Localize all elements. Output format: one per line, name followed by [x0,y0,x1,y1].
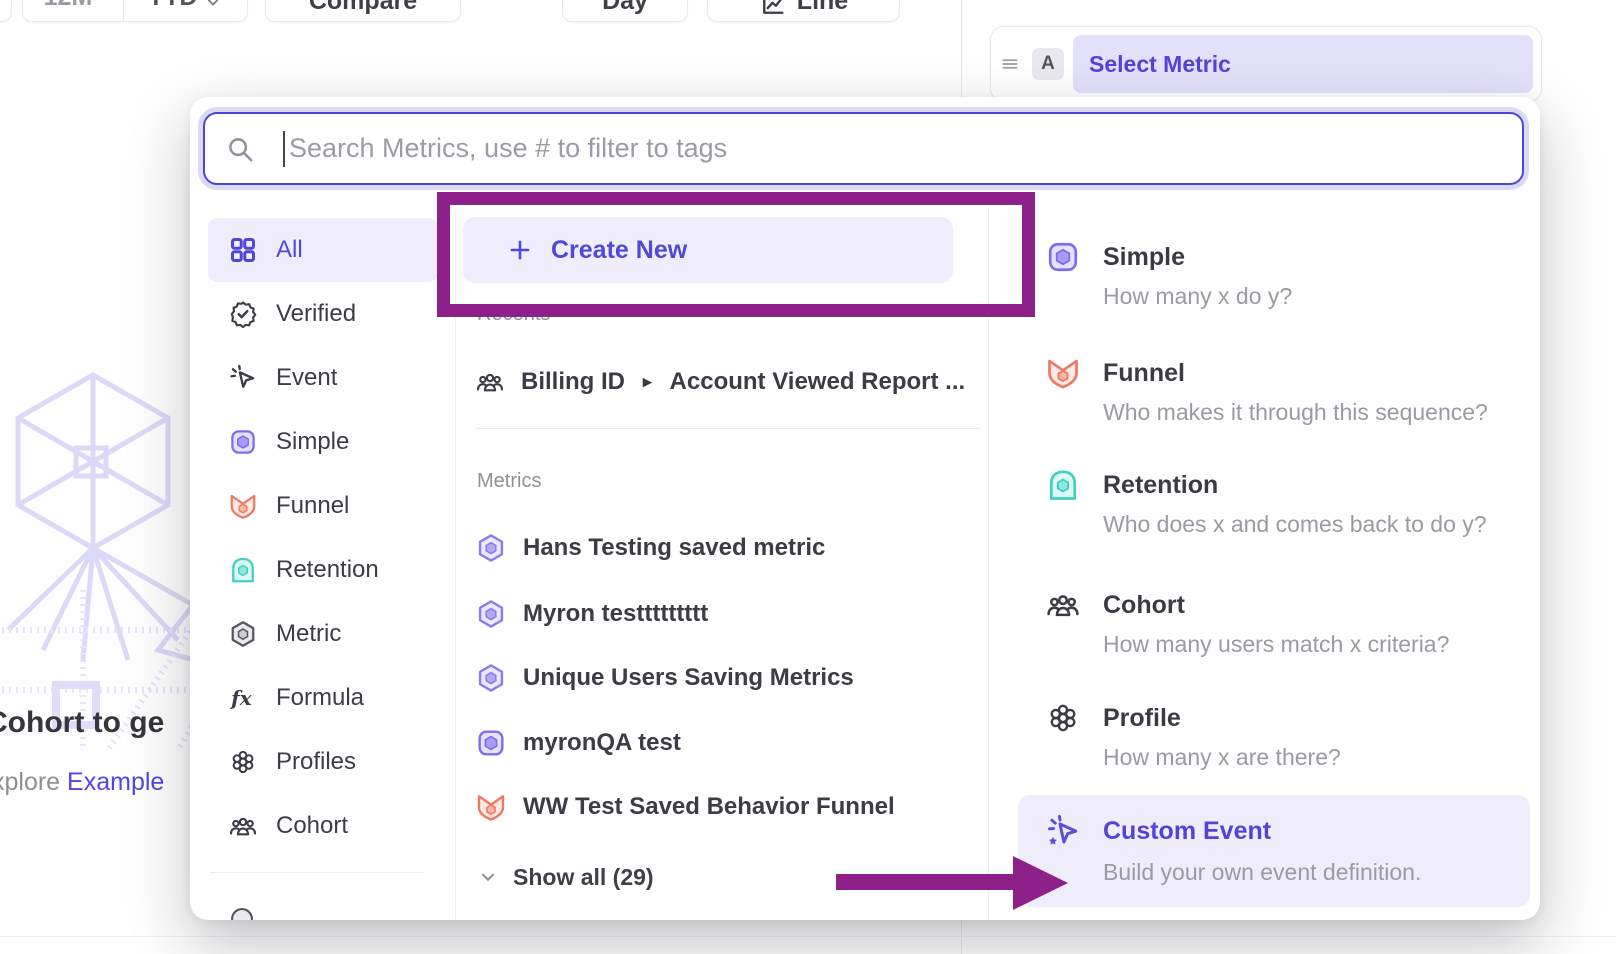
sidebar-item-profiles[interactable]: Profiles [208,730,438,794]
saved-metric-icon [475,532,507,564]
sidebar-item-funnel[interactable]: Funnel [208,474,438,538]
day-button[interactable]: Day [562,0,688,22]
type-option-custom-event[interactable]: Custom Event Build your own event defini… [1018,795,1530,907]
toolbar-button-fragment[interactable] [0,0,12,22]
profiles-icon [228,747,258,777]
saved-metric-icon [475,598,507,630]
recents-section-title: Recents [477,303,550,326]
column-divider [988,209,989,920]
show-all-button[interactable]: Show all (29) [477,859,654,895]
metric-icon [228,619,258,649]
sidebar-item-simple[interactable]: Simple [208,410,438,474]
custom-event-content: Custom Event Build your own event defini… [1045,813,1515,886]
simple-icon [1045,239,1081,275]
text-cursor [283,131,285,167]
saved-metric-icon [475,662,507,694]
line-chart-icon [759,0,787,18]
sidebar-divider [455,209,456,920]
sidebar-item-formula[interactable]: Formula [208,666,438,730]
simple-icon [475,727,507,759]
type-option-profile[interactable]: Profile How many x are there? [1045,700,1515,771]
breadcrumb-arrow: ▸ [643,372,652,392]
formula-icon [228,683,258,713]
cohort-icon [228,811,258,841]
sidebar-item-metric[interactable]: Metric [208,602,438,666]
caret-down-icon [203,0,223,12]
explore-prefix: xplore [0,768,60,796]
create-new-button[interactable]: Create New [463,217,953,283]
metric-list-item[interactable]: Hans Testing saved metric [475,528,825,568]
custom-event-icon [1045,813,1081,849]
search-input[interactable]: Search Metrics, use # to filter to tags [203,112,1524,185]
search-icon [225,134,255,164]
range-ytd-button[interactable]: YTD [123,0,247,21]
compare-button[interactable]: Compare [265,0,461,22]
range-12m-button[interactable]: 12M [23,0,113,21]
chevron-down-icon [477,866,499,888]
metric-list-item[interactable]: Myron testtttttttt [475,594,708,634]
sidebar-section-divider [210,872,424,873]
type-option-retention[interactable]: Retention Who does x and comes back to d… [1045,467,1515,538]
plus-icon [507,237,533,263]
retention-icon [228,555,258,585]
app-window: Cohort to ge xplore Example 12M YTD Comp… [0,0,1616,954]
empty-state-illustration [0,330,193,770]
example-link[interactable]: Example [67,768,164,796]
sidebar-item-retention[interactable]: Retention [208,538,438,602]
type-option-simple[interactable]: Simple How many x do y? [1045,239,1515,310]
select-metric-field[interactable]: Select Metric [1073,35,1533,93]
event-icon [228,363,258,393]
page-bottom-hairline [0,936,1616,937]
recent-item[interactable]: Billing ID ▸ Account Viewed Report ... [475,362,965,402]
date-range-segment: 12M YTD [22,0,248,22]
metric-letter-badge: A [1032,48,1064,80]
funnel-icon [228,491,258,521]
metric-list-item[interactable]: WW Test Saved Behavior Funnel [475,787,895,827]
recents-divider [475,428,981,429]
simple-icon [228,427,258,457]
sidebar-item-event[interactable]: Event [208,346,438,410]
empty-state-headline: Cohort to ge [0,706,164,740]
sidebar-item-partial[interactable] [208,887,438,920]
grid-icon [228,235,258,265]
type-filter-sidebar: All Verified Event Simple Funnel Retenti… [208,218,438,920]
metric-list-item[interactable]: Unique Users Saving Metrics [475,658,854,698]
metric-slot-card: A Select Metric [990,26,1542,102]
type-option-cohort[interactable]: Cohort How many users match x criteria? [1045,587,1515,658]
funnel-icon [475,791,507,823]
retention-icon [1045,467,1081,503]
metrics-section-title: Metrics [477,470,541,493]
type-option-funnel[interactable]: Funnel Who makes it through this sequenc… [1045,355,1515,426]
search-placeholder: Search Metrics, use # to filter to tags [289,133,727,164]
metric-list-item[interactable]: myronQA test [475,723,681,763]
cohort-icon [1045,587,1081,623]
profiles-icon [1045,700,1081,736]
line-chart-type-button[interactable]: Line [707,0,900,22]
sidebar-item-verified[interactable]: Verified [208,282,438,346]
verified-icon [228,299,258,329]
metric-picker-modal: Search Metrics, use # to filter to tags … [190,97,1540,920]
drag-handle-icon[interactable] [997,51,1023,77]
funnel-icon [1045,355,1081,391]
circle-icon [228,905,256,920]
sidebar-item-cohort[interactable]: Cohort [208,794,438,858]
sidebar-item-all[interactable]: All [208,218,438,282]
explore-row: xplore Example [0,768,164,797]
cohort-icon [475,367,505,397]
